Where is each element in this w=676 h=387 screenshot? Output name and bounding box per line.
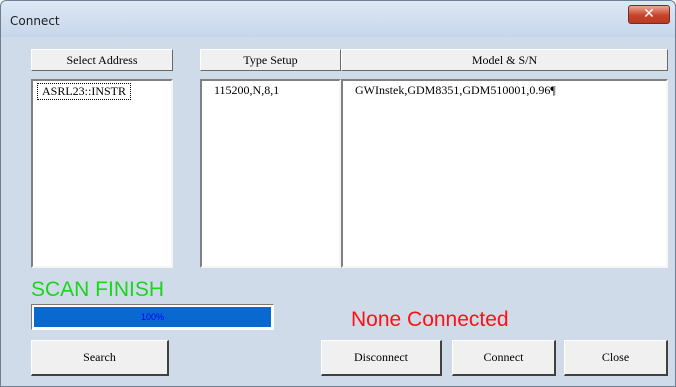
disconnect-button[interactable]: Disconnect [321, 340, 442, 376]
close-button[interactable]: Close [564, 340, 668, 376]
type-setup-header: Type Setup [200, 49, 341, 71]
scan-status: SCAN FINISH [31, 278, 165, 301]
window-title: Connect [10, 14, 60, 28]
window-close-button[interactable]: ✕ [628, 5, 670, 24]
select-address-header: Select Address [31, 49, 173, 71]
search-button[interactable]: Search [31, 340, 169, 376]
connect-dialog: Connect ✕ Select Address Type Setup Mode… [0, 0, 676, 387]
model-sn-list-item[interactable]: GWInstek,GDM8351,GDM510001,0.96¶ [355, 83, 556, 98]
connect-button[interactable]: Connect [452, 340, 556, 376]
scan-progress-bar: 100% [31, 304, 274, 330]
address-list-item[interactable]: ASRL23::INSTR [37, 83, 132, 100]
progress-label: 100% [140, 312, 165, 322]
type-setup-list[interactable]: 115200,N,8,1 [200, 79, 341, 268]
connection-status: None Connected [351, 308, 509, 331]
model-sn-header: Model & S/N [341, 49, 668, 71]
close-icon: ✕ [643, 6, 655, 22]
type-setup-list-item[interactable]: 115200,N,8,1 [214, 83, 279, 98]
title-bar: Connect ✕ [1, 1, 675, 37]
address-list[interactable]: ASRL23::INSTR [31, 79, 173, 268]
model-sn-list[interactable]: GWInstek,GDM8351,GDM510001,0.96¶ [341, 79, 668, 268]
